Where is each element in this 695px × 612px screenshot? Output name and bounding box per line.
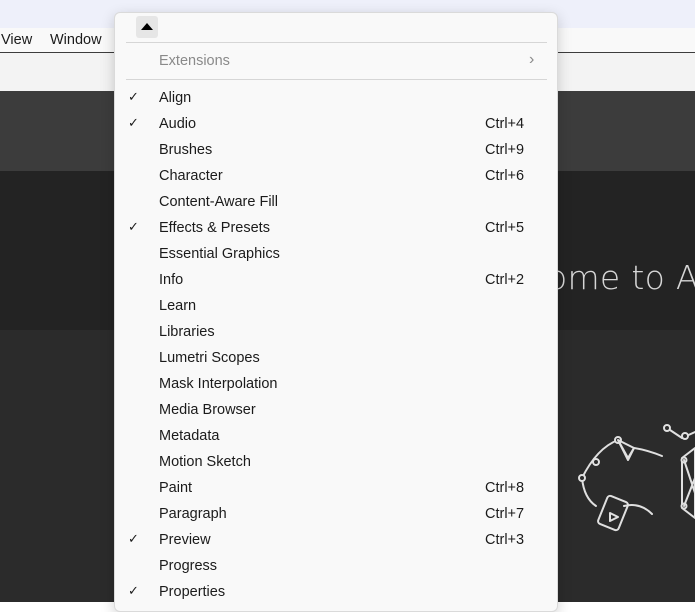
menu-item-paragraph[interactable]: Paragraph Ctrl+7	[115, 502, 557, 528]
menu-item-label: Content-Aware Fill	[159, 194, 279, 210]
menu-item-label: Info	[159, 272, 184, 288]
menu-item-effects-and-presets[interactable]: ✓ Effects & Presets Ctrl+5	[115, 216, 557, 242]
menu-separator	[126, 42, 547, 43]
menu-window[interactable]: Window	[50, 32, 102, 48]
menu-item-label: Align	[159, 90, 192, 106]
checkmark-icon: ✓	[128, 219, 139, 234]
menu-item-mask-interpolation[interactable]: Mask Interpolation	[115, 372, 557, 398]
menu-item-shortcut: Ctrl+7	[485, 506, 525, 522]
menu-item-label: Learn	[159, 298, 197, 314]
menu-item-learn[interactable]: Learn	[115, 294, 557, 320]
menu-item-label: Lumetri Scopes	[159, 350, 260, 366]
menu-item-progress[interactable]: Progress	[115, 554, 557, 580]
menu-item-lumetri-scopes[interactable]: Lumetri Scopes	[115, 346, 557, 372]
menu-item-motion-sketch[interactable]: Motion Sketch	[115, 450, 557, 476]
menu-item-libraries[interactable]: Libraries	[115, 320, 557, 346]
menu-item-label: Audio	[159, 116, 197, 132]
welcome-illustration	[578, 424, 695, 532]
menu-item-label: Libraries	[159, 324, 215, 340]
menu-item-label: Motion Sketch	[159, 454, 251, 470]
window-menu: Extensions › ✓ Align ✓ Audio Ctrl+4 Brushes Ct…	[114, 12, 558, 612]
menu-item-preview[interactable]: ✓ Preview Ctrl+3	[115, 528, 557, 554]
menu-item-metadata[interactable]: Metadata	[115, 424, 557, 450]
menu-item-label: Progress	[159, 558, 218, 574]
menu-item-label: Essential Graphics	[159, 246, 280, 262]
menu-item-shortcut: Ctrl+6	[485, 168, 525, 184]
menu-item-label: Effects & Presets	[159, 220, 270, 236]
menu-item-info[interactable]: Info Ctrl+2	[115, 268, 557, 294]
menu-item-content-aware-fill[interactable]: Content-Aware Fill	[115, 190, 557, 216]
menu-item-align[interactable]: ✓ Align	[115, 86, 557, 112]
menu-item-character[interactable]: Character Ctrl+6	[115, 164, 557, 190]
menu-item-label: Brushes	[159, 142, 213, 158]
menu-item-label: Paint	[159, 480, 193, 496]
checkmark-icon: ✓	[128, 115, 139, 130]
menu-item-extensions[interactable]: Extensions ›	[115, 49, 557, 75]
welcome-heading: ome to Af	[547, 258, 695, 297]
menu-item-label: Metadata	[159, 428, 220, 444]
checkmark-icon: ✓	[128, 531, 139, 546]
menu-item-shortcut: Ctrl+8	[485, 480, 525, 496]
menu-item-label: Extensions	[159, 53, 230, 69]
menu-item-audio[interactable]: ✓ Audio Ctrl+4	[115, 112, 557, 138]
menu-item-label: Mask Interpolation	[159, 376, 278, 392]
menu-item-label: Properties	[159, 584, 226, 600]
scroll-up-arrow-icon[interactable]	[136, 16, 158, 38]
menu-item-label: Character	[159, 168, 223, 184]
menu-item-shortcut: Ctrl+9	[485, 142, 525, 158]
chevron-right-icon: ›	[529, 51, 535, 68]
menu-item-label: Preview	[159, 532, 211, 548]
menu-item-label: Media Browser	[159, 402, 256, 418]
menu-view[interactable]: View	[1, 32, 32, 48]
menu-item-shortcut: Ctrl+2	[485, 272, 525, 288]
checkmark-icon: ✓	[128, 583, 139, 598]
menu-item-essential-graphics[interactable]: Essential Graphics	[115, 242, 557, 268]
menu-item-shortcut: Ctrl+4	[485, 116, 525, 132]
menu-item-properties[interactable]: ✓ Properties	[115, 580, 557, 606]
menu-item-shortcut: Ctrl+3	[485, 532, 525, 548]
menu-item-shortcut: Ctrl+5	[485, 220, 525, 236]
menu-item-media-browser[interactable]: Media Browser	[115, 398, 557, 424]
menu-item-brushes[interactable]: Brushes Ctrl+9	[115, 138, 557, 164]
menu-separator	[126, 79, 547, 80]
checkmark-icon: ✓	[128, 89, 139, 104]
menu-item-paint[interactable]: Paint Ctrl+8	[115, 476, 557, 502]
menu-item-label: Paragraph	[159, 506, 227, 522]
